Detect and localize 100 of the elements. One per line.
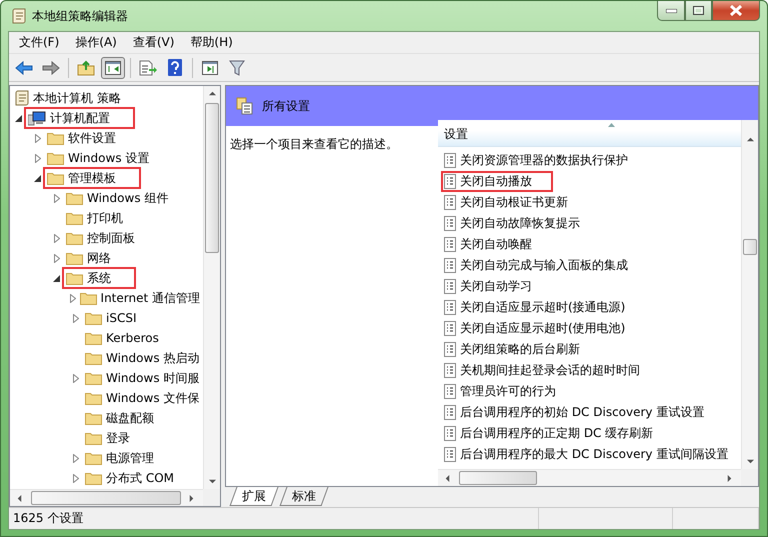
setting-item[interactable]: 关闭自动播放 — [442, 172, 552, 191]
tree-item[interactable]: 控制面板 — [63, 228, 138, 248]
tree-item[interactable]: 本地计算机 策略 — [12, 88, 124, 108]
minimize-button[interactable] — [657, 1, 685, 21]
folder-icon — [47, 131, 64, 145]
document-icon — [444, 342, 456, 357]
window-title: 本地组策略编辑器 — [32, 8, 128, 24]
column-header[interactable]: 设置 — [438, 120, 741, 147]
scroll-down-icon[interactable] — [746, 458, 754, 465]
expanded-triangle-icon[interactable] — [34, 174, 41, 182]
folder-icon — [66, 271, 83, 285]
setting-item[interactable]: 关闭自动故障恢复提示 — [442, 214, 600, 233]
policy-icon — [15, 90, 29, 106]
document-icon — [444, 321, 456, 336]
menu-item[interactable]: 查看(V) — [126, 34, 180, 51]
tree-item[interactable]: Windows 热启动 — [82, 348, 202, 368]
menu-item[interactable]: 操作(A) — [69, 34, 123, 51]
vertical-scrollbar[interactable] — [203, 86, 220, 489]
setting-item[interactable]: 关闭资源管理器的数据执行保护 — [442, 151, 648, 170]
view-tab[interactable]: 标准 — [280, 487, 328, 506]
status-text: 1625 个设置 — [13, 510, 84, 527]
scroll-left-icon[interactable] — [444, 474, 451, 482]
collapsed-triangle-icon[interactable] — [54, 234, 60, 242]
collapsed-triangle-icon[interactable] — [34, 154, 40, 162]
collapsed-triangle-icon[interactable] — [72, 454, 78, 462]
tree-item[interactable]: 管理模板 — [44, 168, 140, 188]
maximize-icon — [693, 6, 704, 15]
tree-item[interactable]: Windows 设置 — [44, 148, 152, 168]
folder-icon — [85, 331, 102, 345]
document-icon — [444, 447, 456, 462]
folder-icon — [85, 471, 102, 485]
tree-item[interactable]: Windows 时间服 — [82, 368, 202, 388]
tree-item[interactable]: 网络 — [63, 248, 114, 268]
collapsed-triangle-icon[interactable] — [54, 254, 60, 262]
document-icon — [444, 300, 456, 315]
setting-item[interactable]: 关机期间挂起登录会话的超时时间 — [442, 361, 660, 380]
expanded-triangle-icon[interactable] — [53, 274, 60, 282]
collapsed-triangle-icon[interactable] — [72, 374, 78, 382]
scroll-down-icon[interactable] — [208, 478, 216, 485]
scroll-left-icon[interactable] — [16, 494, 23, 502]
folder-icon — [85, 431, 102, 445]
folder-icon — [47, 171, 64, 185]
menu-item[interactable]: 文件(F) — [13, 34, 66, 51]
setting-item[interactable]: 关闭组策略的后台刷新 — [442, 340, 600, 359]
tree-item[interactable]: Windows 组件 — [63, 188, 172, 208]
collapsed-triangle-icon[interactable] — [72, 474, 78, 482]
section-title: 所有设置 — [262, 98, 310, 114]
tree-item[interactable]: Windows 文件保 — [82, 388, 202, 408]
maximize-button[interactable] — [685, 1, 712, 21]
export-list-icon — [139, 60, 157, 76]
setting-item[interactable]: 关闭自动唤醒 — [442, 235, 552, 254]
expanded-triangle-icon[interactable] — [15, 114, 22, 122]
collapsed-triangle-icon[interactable] — [70, 294, 76, 302]
setting-item[interactable]: 管理员许可的行为 — [442, 382, 576, 401]
folder-icon — [85, 391, 102, 405]
close-button[interactable] — [712, 1, 760, 21]
scroll-right-icon[interactable] — [188, 494, 195, 502]
tree-item[interactable]: 系统 — [63, 268, 135, 288]
tree-item[interactable]: 计算机配置 — [25, 108, 134, 128]
setting-item[interactable]: 后台调用程序的最大 DC Discovery 重试间隔设置 — [442, 445, 741, 464]
document-icon — [444, 258, 456, 273]
toolbar-button[interactable] — [101, 56, 125, 78]
collapsed-triangle-icon[interactable] — [34, 134, 40, 142]
document-icon — [444, 279, 456, 294]
vertical-scrollbar[interactable] — [741, 120, 758, 469]
tree-item[interactable]: Kerberos — [82, 328, 162, 348]
help-icon — [168, 59, 182, 76]
setting-item[interactable]: 后台调用程序的初始 DC Discovery 重试设置 — [442, 403, 724, 422]
scrollbar-thumb[interactable] — [743, 239, 757, 255]
tree-item[interactable]: 电源管理 — [82, 448, 157, 468]
scroll-up-icon[interactable] — [746, 136, 754, 143]
setting-item[interactable]: 关闭自动完成与输入面板的集成 — [442, 256, 648, 275]
collapsed-triangle-icon[interactable] — [54, 194, 60, 202]
setting-item[interactable]: 关闭自适应显示超时(接通电源) — [442, 298, 646, 317]
setting-item[interactable]: 关闭自动根证书更新 — [442, 193, 588, 212]
tree-item[interactable]: iSCSI — [82, 308, 140, 328]
tree-item[interactable]: 登录 — [82, 428, 133, 448]
document-icon — [444, 426, 456, 441]
sort-arrow-icon — [608, 123, 615, 127]
tree-item[interactable]: 分布式 COM — [82, 468, 177, 488]
document-icon — [444, 153, 456, 168]
menu-item[interactable]: 帮助(H) — [184, 34, 239, 51]
horizontal-scrollbar[interactable] — [10, 489, 203, 506]
setting-item[interactable]: 关闭自动学习 — [442, 277, 552, 296]
view-tab[interactable]: 扩展 — [230, 487, 278, 506]
collapsed-triangle-icon[interactable] — [72, 314, 78, 322]
folder-icon — [85, 311, 102, 325]
tree-pane-icon — [105, 60, 121, 74]
minimize-icon — [666, 8, 676, 12]
setting-item[interactable]: 关闭自适应显示超时(使用电池) — [442, 319, 646, 338]
tree-item[interactable]: 软件设置 — [44, 128, 119, 148]
tree-item[interactable]: 打印机 — [63, 208, 126, 228]
horizontal-scrollbar[interactable] — [438, 469, 741, 486]
tree-item[interactable]: 磁盘配额 — [82, 408, 157, 428]
tree-item[interactable]: Internet 通信管理 — [76, 288, 203, 308]
folder-icon — [66, 191, 83, 205]
scroll-up-icon[interactable] — [208, 90, 216, 97]
scroll-right-icon[interactable] — [726, 474, 733, 482]
setting-item[interactable]: 后台调用程序的正定期 DC 缓存刷新 — [442, 424, 674, 443]
back-arrow-icon — [15, 60, 33, 74]
